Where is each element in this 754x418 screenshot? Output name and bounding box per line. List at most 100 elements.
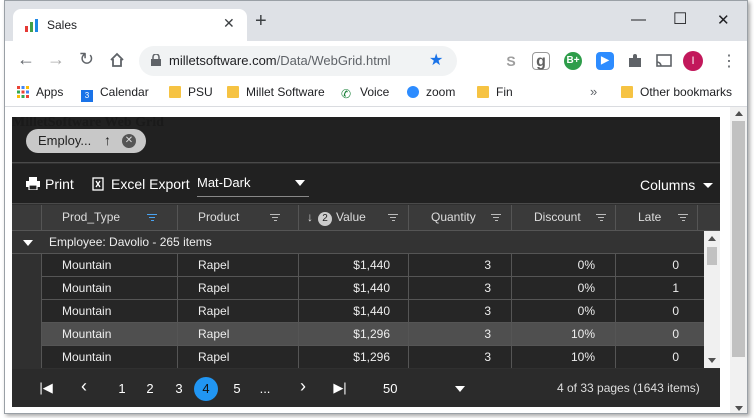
bookmark-voice[interactable]: ✆ Voice [341,85,389,101]
page-scrollbar[interactable] [730,107,747,413]
scrollbar-thumb[interactable] [707,247,717,265]
menu-kebab-icon[interactable]: ⋮ [721,51,737,71]
theme-select[interactable]: Mat-Dark [197,173,309,197]
filter-icon[interactable] [388,214,398,221]
remove-group-icon[interactable]: ✕ [122,134,136,148]
cell-prod-type[interactable]: Mountain [41,254,177,277]
page-number-button[interactable]: 3 [167,379,191,399]
filter-icon[interactable] [491,214,501,221]
scroll-down-icon[interactable] [735,406,743,411]
page-ellipsis[interactable]: ... [253,379,277,399]
collapse-icon[interactable] [23,240,33,246]
cast-icon[interactable] [655,52,673,70]
scrollbar-thumb[interactable] [732,121,745,357]
scroll-up-icon[interactable] [735,111,743,116]
cell-quantity[interactable]: 3 [408,254,511,277]
forward-icon[interactable]: → [47,50,65,68]
page-number-button[interactable]: 1 [110,379,134,399]
reload-icon[interactable]: ↻ [79,50,94,68]
cell-late[interactable]: 0 [615,346,697,368]
page-number-button[interactable]: 5 [225,379,249,399]
puzzle-icon[interactable] [626,52,644,70]
cell-product[interactable]: Rapel [177,346,298,368]
cell-quantity[interactable]: 3 [408,346,511,368]
filter-icon[interactable] [678,214,688,221]
zoom-extension-icon[interactable]: ▶ [596,52,614,70]
column-header-quantity[interactable]: Quantity [408,205,511,231]
prev-page-icon[interactable]: ‹ [76,376,92,397]
filter-icon[interactable] [596,214,606,221]
tab-close-icon[interactable]: ✕ [223,15,235,32]
bookmarks-overflow-icon[interactable]: » [590,84,597,99]
address-bar[interactable]: milletsoftware.com/Data/WebGrid.html ★ [139,46,457,76]
bplus-extension-icon[interactable]: B+ [564,52,582,70]
cell-discount[interactable]: 10% [511,346,615,368]
filter-active-icon[interactable] [147,214,157,221]
window-close-icon[interactable]: ✕ [717,11,730,29]
group-chip-employee[interactable]: Employ... ↑ ✕ [26,129,146,153]
page-number-button[interactable]: 4 [194,377,218,401]
back-icon[interactable]: ← [17,50,35,68]
group-row[interactable]: Employee: Davolio - 265 items [12,231,704,254]
cell-discount[interactable]: 0% [511,254,615,277]
column-header-prod-type[interactable]: Prod_Type [41,205,177,231]
cell-quantity[interactable]: 3 [408,300,511,323]
profile-avatar[interactable]: I [683,51,703,71]
cell-late[interactable]: 0 [615,300,697,323]
column-header-product[interactable]: Product [177,205,298,231]
table-row[interactable]: Mountain Rapel $1,296 3 10% 0 [12,346,704,368]
column-header-value[interactable]: ↓ 2 Value [298,205,408,231]
cell-late[interactable]: 1 [615,277,697,300]
cell-quantity[interactable]: 3 [408,277,511,300]
abp-extension-icon[interactable]: ABP [470,52,488,70]
bookmark-other[interactable]: Other bookmarks [621,85,732,101]
page-number-button[interactable]: 2 [138,379,162,399]
new-tab-icon[interactable]: + [255,11,267,31]
cell-quantity[interactable]: 3 [408,323,511,346]
next-page-icon[interactable]: › [295,376,311,397]
bookmark-apps[interactable]: Apps [17,85,63,101]
scroll-up-icon[interactable] [708,236,716,241]
bookmark-star-icon[interactable]: ★ [429,50,443,70]
cell-value[interactable]: $1,440 [298,254,408,277]
cell-prod-type[interactable]: Mountain [41,323,177,346]
page-size-select[interactable]: 50 [377,379,467,399]
bookmark-psu[interactable]: PSU [169,85,213,101]
cell-product[interactable]: Rapel [177,254,298,277]
bookmark-calendar[interactable]: 3 Calendar [81,85,149,102]
table-row[interactable]: Mountain Rapel $1,440 3 0% 1 [12,277,704,300]
scroll-down-icon[interactable] [708,358,716,363]
bookmark-millet-software[interactable]: Millet Software [227,85,325,101]
cell-product[interactable]: Rapel [177,277,298,300]
cell-late[interactable]: 0 [615,254,697,277]
cell-discount[interactable]: 10% [511,323,615,346]
cell-value[interactable]: $1,440 [298,277,408,300]
print-button[interactable]: Print [26,176,74,192]
browser-tab[interactable]: Sales ✕ [13,9,247,41]
g-extension-icon[interactable]: g [532,52,550,70]
cell-value[interactable]: $1,440 [298,300,408,323]
bookmark-fin[interactable]: Fin [477,85,513,101]
table-row[interactable]: Mountain Rapel $1,440 3 0% 0 [12,254,704,277]
s-extension-icon[interactable]: S [502,52,520,70]
cell-value[interactable]: $1,296 [298,323,408,346]
excel-export-button[interactable]: Excel Export [92,176,190,192]
cell-prod-type[interactable]: Mountain [41,346,177,368]
sort-up-icon[interactable]: ↑ [104,132,111,148]
column-header-late[interactable]: Late [615,205,697,231]
grid-scrollbar[interactable] [704,231,720,368]
column-header-discount[interactable]: Discount [511,205,615,231]
home-icon[interactable] [109,52,125,68]
maximize-icon[interactable]: ☐ [673,9,687,29]
filter-icon[interactable] [270,214,280,221]
cell-late[interactable]: 0 [615,323,697,346]
last-page-icon[interactable]: ▶| [332,380,348,396]
minimize-icon[interactable]: — [631,11,646,28]
bookmark-zoom[interactable]: zoom [407,85,455,101]
cell-discount[interactable]: 0% [511,277,615,300]
cell-discount[interactable]: 0% [511,300,615,323]
cell-prod-type[interactable]: Mountain [41,300,177,323]
table-row[interactable]: Mountain Rapel $1,296 3 10% 0 [12,323,704,346]
cell-value[interactable]: $1,296 [298,346,408,368]
table-row[interactable]: Mountain Rapel $1,440 3 0% 0 [12,300,704,323]
